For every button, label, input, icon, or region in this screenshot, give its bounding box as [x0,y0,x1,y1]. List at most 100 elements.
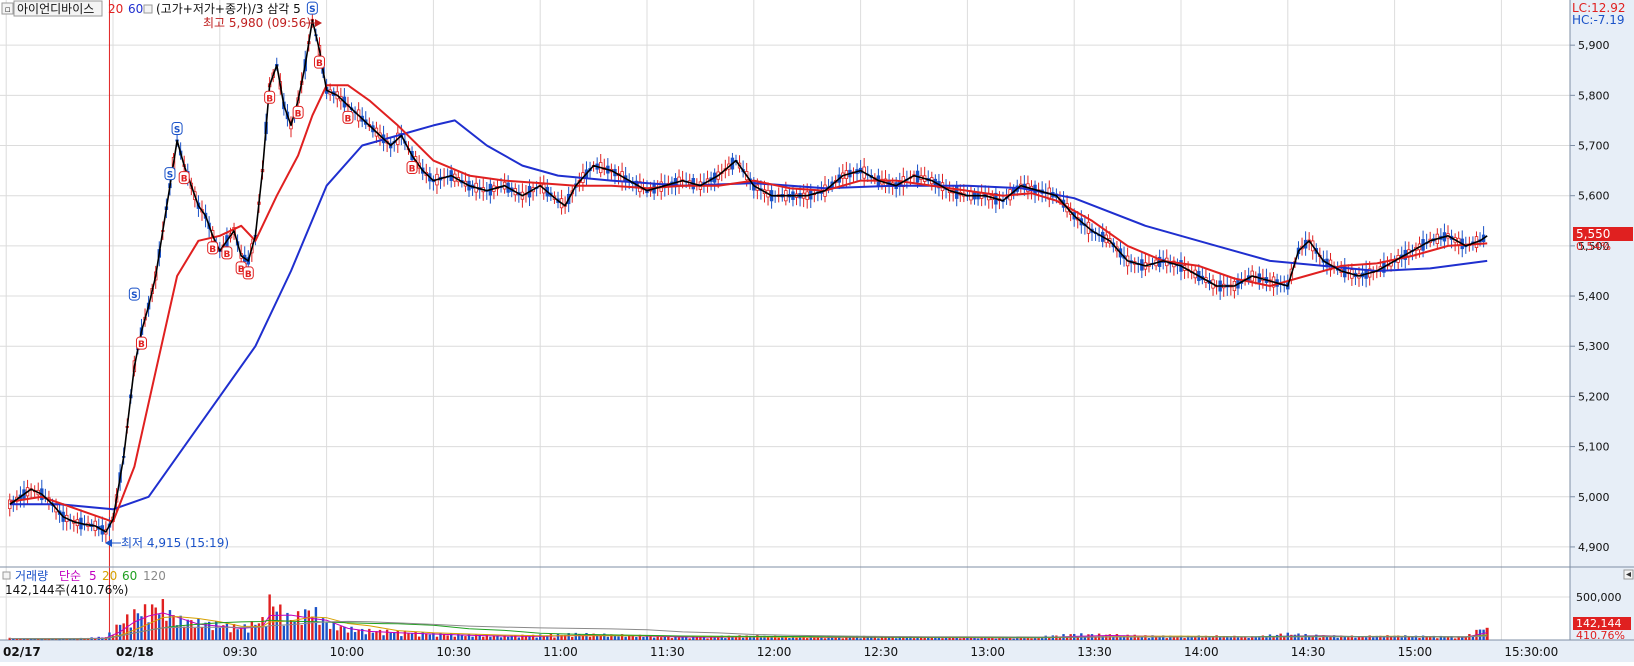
volume-bar [724,638,727,640]
signal-letter: S [131,291,137,301]
volume-ma60-label[interactable]: 60 [122,569,137,583]
low-label: 최저 4,915 (15:19) [121,536,229,550]
volume-ma20-label[interactable]: 20 [102,569,117,583]
volume-bar [29,639,33,641]
volume-bar [877,638,880,640]
volume-current-tag: 142,144 410.76% [1573,617,1631,642]
volume-bar [1201,637,1204,640]
volume-bar [994,638,998,640]
volume-bar [407,633,410,640]
sell-signal-icon: S [164,167,176,181]
volume-bar [588,636,592,640]
volume-bar [197,618,200,640]
buy-signal-icon: B [242,266,254,280]
ma60-label[interactable]: 60 [128,2,143,16]
time-tick-label: 02/18 [116,645,154,659]
buy-signal-icon: B [313,55,325,69]
volume-bar [115,624,118,640]
low-marker: 최저 4,915 (15:19) [105,536,229,550]
volume-bar [328,628,332,640]
signal-letter: B [295,109,302,119]
volume-bar [200,627,204,640]
ma20-label[interactable]: 20 [108,2,123,16]
high-label: 최고 5,980 (09:56) [203,16,311,30]
volume-bar [1048,637,1051,640]
volume-bar [506,636,510,640]
volume-bar [706,638,709,640]
volume-bar [966,637,969,640]
volume-bar [670,638,674,640]
time-tick-label: 12:00 [757,645,792,659]
volume-bar [215,620,218,640]
volume-title[interactable]: 거래량 [15,569,48,583]
volume-bar [976,638,980,640]
sell-signal-icon: S [306,1,318,15]
signal-letter: B [209,245,216,255]
volume-tick-label: 500,000 [1576,591,1622,604]
volume-bar [389,632,392,640]
menu-toggle-glyph: ▫ [4,5,10,15]
volume-bar [467,633,471,640]
volume-bar [357,629,360,640]
price-tick-label: 4,900 [1578,541,1610,554]
time-tick-label: 02/17 [3,645,41,659]
volume-bar [1300,637,1304,640]
time-tick-label: 15:30:00 [1504,645,1558,659]
volume-bar [1229,637,1233,640]
time-tick-label: 14:30 [1291,645,1326,659]
volume-bar [524,636,528,640]
volume-bar [247,632,250,640]
study-toggle-box[interactable] [143,4,153,14]
volume-bar [272,606,275,640]
volume-bar [165,620,168,640]
study-label[interactable]: (고가+저가+종가)/3 삼각 5 [156,2,301,16]
volume-bar [606,636,610,640]
volume-toggle-box[interactable] [2,571,11,580]
volume-bar [1147,638,1151,640]
volume-bar [396,630,399,640]
price-axis-panel [1570,0,1634,567]
volume-bar [385,629,389,640]
volume-bar [660,637,663,640]
volume-ma-prefix: 단순 [59,569,81,583]
signal-letter: B [345,114,352,124]
volume-bar [770,637,773,640]
current-price: 5,550 [1576,227,1610,241]
volume-bar [193,627,197,640]
volume-bar [1247,638,1250,640]
volume-bar [311,616,314,640]
price-panel[interactable] [0,0,1570,567]
volume-bar [304,609,307,640]
time-tick-label: 13:30 [1077,645,1112,659]
volume-bar [325,622,328,640]
time-tick-label: 11:30 [650,645,685,659]
volume-bar [1194,637,1197,640]
volume-bar [332,622,335,640]
volume-bar [393,632,396,640]
volume-bar [499,637,503,640]
volume-bar [571,636,574,640]
intraday-chart[interactable]: SBSSBBBBBBBSBBB 5,9005,8005,7005,6005,50… [0,0,1634,662]
volume-bar [624,636,627,640]
volume-bar [1425,636,1428,640]
volume-bar [58,639,61,641]
hc-label: HC:-7.19 [1572,13,1625,27]
volume-bar [1364,637,1368,640]
volume-bar [321,618,325,640]
volume-bar [261,617,264,640]
time-tick-label: 11:00 [543,645,578,659]
volume-bar [553,637,556,640]
volume-ma5-label[interactable]: 5 [89,569,97,583]
volume-bar [912,638,916,640]
volume-bar [143,604,147,640]
volume-bar [813,637,816,640]
volume-bar [1030,638,1033,640]
volume-bar [236,629,239,640]
volume-ma120-label[interactable]: 120 [143,569,166,583]
volume-panel[interactable] [0,567,1570,640]
volume-bar [930,637,933,640]
volume-bar [652,637,656,640]
volume-bar [232,624,236,640]
volume-bar [428,634,432,640]
time-tick-label: 10:30 [436,645,471,659]
